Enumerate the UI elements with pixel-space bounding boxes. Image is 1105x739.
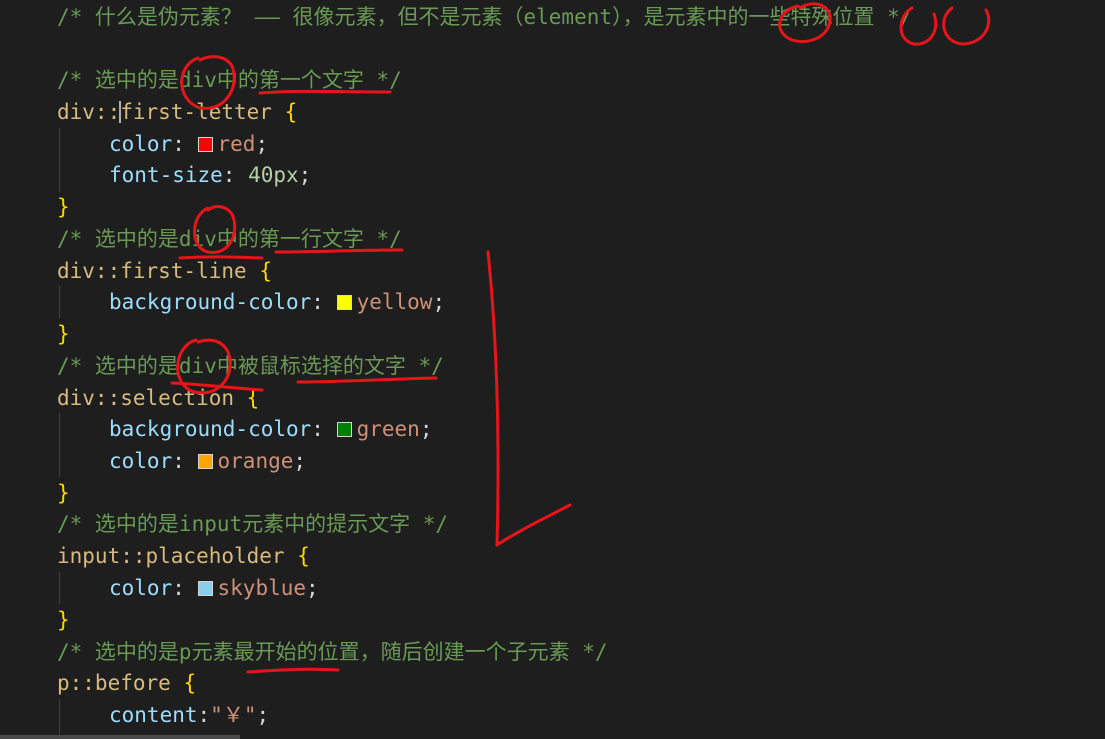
code-line-declaration[interactable]: color: red; bbox=[109, 128, 268, 160]
indent-guide bbox=[59, 413, 60, 477]
close-brace: } bbox=[57, 608, 70, 632]
open-brace: { bbox=[284, 100, 298, 124]
code-line-declaration[interactable]: font-size: 40px; bbox=[109, 159, 311, 191]
semicolon: ; bbox=[298, 163, 312, 187]
semicolon: ; bbox=[306, 576, 319, 600]
selector-part-b: first-letter bbox=[120, 100, 272, 124]
selector: div::selection bbox=[57, 386, 235, 410]
comment-text: /* 选中的是div中的第一个文字 */ bbox=[57, 68, 402, 92]
code-editor[interactable]: /* 什么是伪元素？ —— 很像元素，但不是元素（element），是元素中的一… bbox=[0, 0, 1105, 739]
property-name: background-color bbox=[109, 290, 312, 314]
code-line-declaration[interactable]: color: skyblue; bbox=[109, 572, 319, 604]
colon: : bbox=[172, 449, 198, 473]
close-brace: } bbox=[57, 481, 70, 505]
code-line-comment[interactable]: /* 选中的是div中的第一个文字 */ bbox=[57, 64, 402, 96]
property-name: font-size bbox=[109, 163, 223, 187]
property-name: color bbox=[109, 132, 173, 156]
color-swatch-orange[interactable] bbox=[197, 454, 213, 469]
code-line-selector[interactable]: p::before { bbox=[57, 667, 196, 699]
colon: : bbox=[222, 163, 249, 187]
indent-guide bbox=[59, 572, 60, 604]
property-value: skyblue bbox=[217, 576, 307, 600]
open-brace: { bbox=[297, 544, 310, 568]
color-swatch-red[interactable] bbox=[197, 137, 213, 152]
property-value: orange bbox=[217, 449, 294, 473]
horizontal-scrollbar[interactable] bbox=[0, 735, 240, 739]
code-line-declaration[interactable]: content:"￥"; bbox=[109, 699, 269, 731]
semicolon: ; bbox=[255, 132, 269, 156]
property-value: 40px bbox=[248, 163, 299, 187]
color-swatch-yellow[interactable] bbox=[336, 295, 352, 310]
open-brace: { bbox=[246, 386, 260, 410]
close-brace: } bbox=[57, 322, 70, 346]
code-line-declaration[interactable]: background-color: yellow; bbox=[109, 286, 445, 318]
open-brace: { bbox=[183, 671, 197, 695]
code-line-comment[interactable]: /* 选中的是div中的第一行文字 */ bbox=[57, 223, 402, 255]
property-value: "￥" bbox=[210, 703, 257, 727]
code-line-close[interactable]: } bbox=[57, 477, 70, 509]
property-value: red bbox=[217, 132, 256, 156]
colon: : bbox=[172, 132, 198, 156]
code-line-selector[interactable]: input::placeholder { bbox=[57, 540, 310, 572]
property-value: yellow bbox=[356, 290, 433, 314]
code-line-comment[interactable]: /* 什么是伪元素？ —— 很像元素，但不是元素（element），是元素中的一… bbox=[57, 1, 912, 33]
comment-text: /* 选中的是p元素最开始的位置，随后创建一个子元素 */ bbox=[57, 640, 608, 664]
code-line-declaration[interactable]: color: orange; bbox=[109, 445, 306, 477]
colon: : bbox=[311, 290, 337, 314]
semicolon: ; bbox=[432, 290, 446, 314]
indent-guide bbox=[59, 286, 60, 318]
colon: : bbox=[311, 417, 337, 441]
code-line-selector[interactable]: div::selection { bbox=[57, 382, 259, 414]
color-swatch-skyblue[interactable] bbox=[197, 581, 213, 596]
property-name: content bbox=[109, 703, 198, 727]
code-line-close[interactable]: } bbox=[57, 604, 70, 636]
code-line-comment[interactable]: /* 选中的是div中被鼠标选择的文字 */ bbox=[57, 350, 444, 382]
property-value: green bbox=[356, 417, 420, 441]
selector: div::first-line bbox=[57, 259, 247, 283]
selector: p::before bbox=[57, 671, 171, 695]
code-line-declaration[interactable]: background-color: green; bbox=[109, 413, 432, 445]
comment-text: /* 选中的是div中的第一行文字 */ bbox=[57, 227, 402, 251]
semicolon: ; bbox=[256, 703, 270, 727]
indent-guide bbox=[59, 128, 60, 192]
code-line-comment[interactable]: /* 选中的是input元素中的提示文字 */ bbox=[57, 508, 448, 540]
code-line-comment[interactable]: /* 选中的是p元素最开始的位置，随后创建一个子元素 */ bbox=[57, 636, 608, 668]
comment-text: /* 选中的是div中被鼠标选择的文字 */ bbox=[57, 354, 444, 378]
property-name: color bbox=[109, 449, 173, 473]
open-brace: { bbox=[259, 259, 272, 283]
color-swatch-green[interactable] bbox=[336, 422, 352, 437]
code-line-selector[interactable]: div::first-letter { bbox=[57, 96, 297, 128]
code-line-selector[interactable]: div::first-line { bbox=[57, 255, 272, 287]
property-name: color bbox=[109, 576, 173, 600]
semicolon: ; bbox=[293, 449, 307, 473]
semicolon: ; bbox=[419, 417, 433, 441]
selector-part-a: div:: bbox=[57, 100, 121, 124]
property-name: background-color bbox=[109, 417, 312, 441]
selector: input::placeholder bbox=[57, 544, 285, 568]
code-line-close[interactable]: } bbox=[57, 191, 70, 223]
colon: : bbox=[197, 703, 211, 727]
comment-text: /* 选中的是input元素中的提示文字 */ bbox=[57, 512, 449, 536]
code-line-close[interactable]: } bbox=[57, 318, 70, 350]
close-brace: } bbox=[57, 195, 70, 219]
indent-guide bbox=[59, 699, 60, 739]
colon: : bbox=[172, 576, 198, 600]
comment-text: /* 什么是伪元素？ —— 很像元素，但不是元素（element），是元素中的一… bbox=[57, 5, 913, 29]
